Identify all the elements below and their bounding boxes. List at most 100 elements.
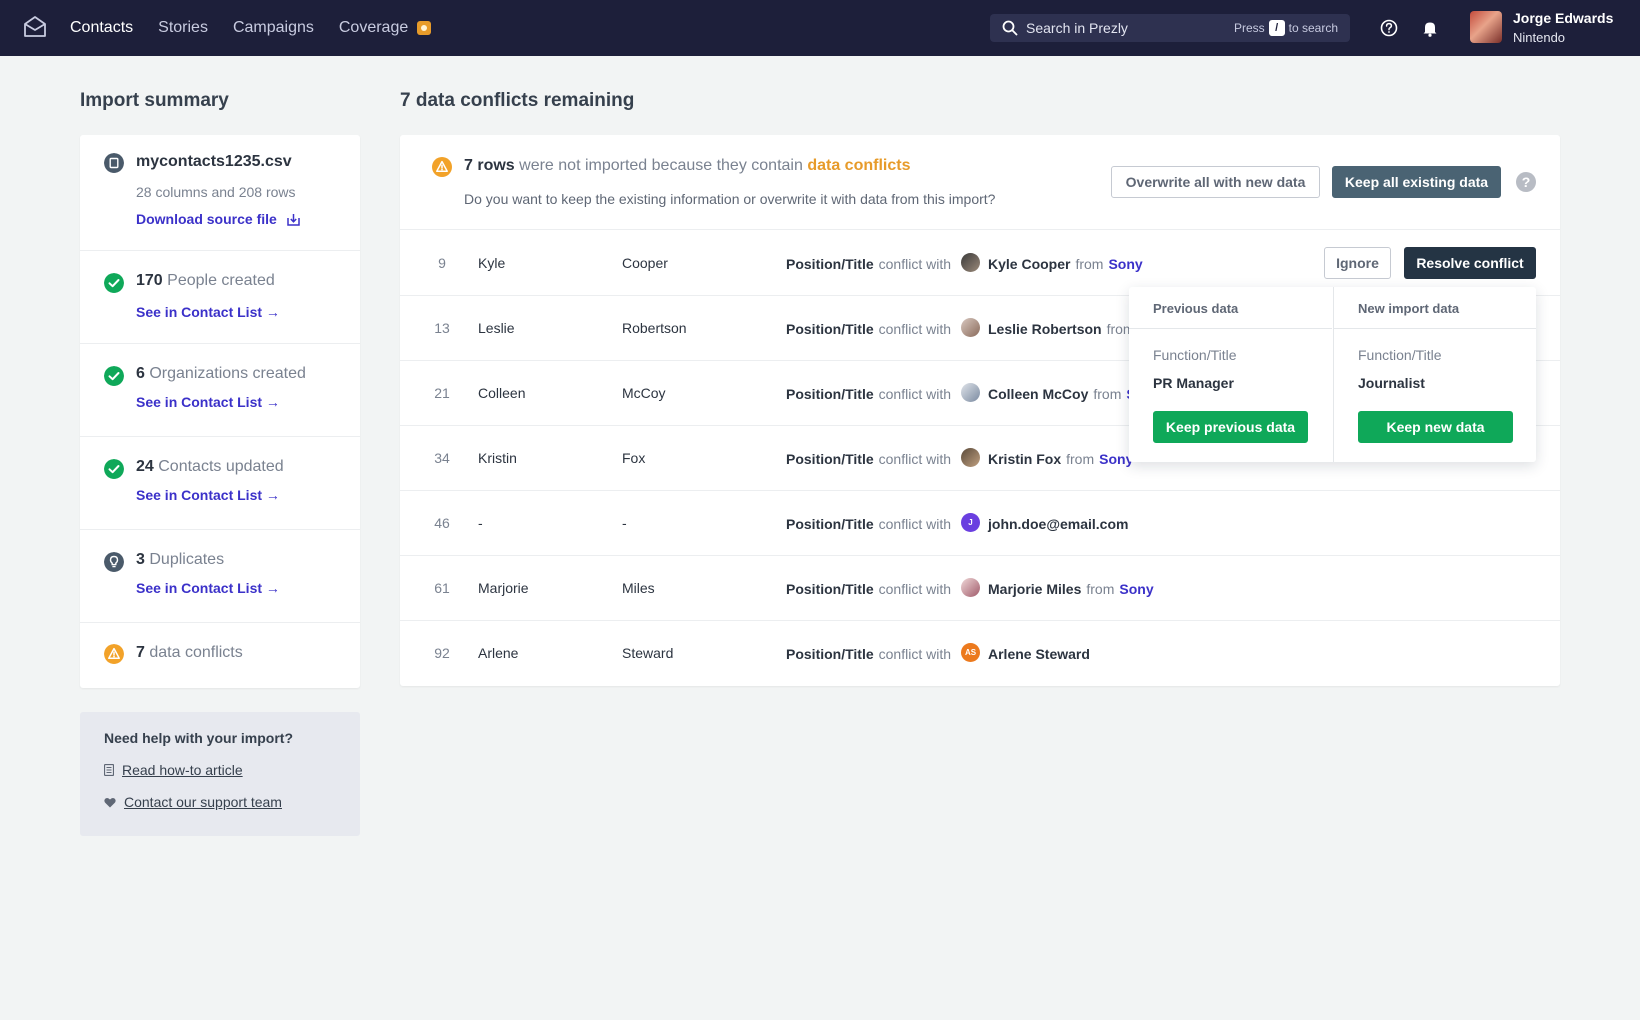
- nav-contacts[interactable]: Contacts: [70, 19, 133, 37]
- download-icon: [287, 213, 300, 226]
- people-contact-list-link[interactable]: See in Contact List →: [136, 304, 280, 320]
- row-last-name: Fox: [622, 450, 646, 466]
- avatar: [961, 318, 980, 337]
- conflicts-help-icon[interactable]: ?: [1516, 172, 1536, 192]
- summary-orgs-text: 6 Organizations created: [136, 365, 306, 383]
- nav-coverage-label: Coverage: [338, 19, 409, 36]
- lightbulb-icon: [104, 552, 124, 572]
- search-icon: [1002, 20, 1018, 36]
- conflict-field: Position/Title: [786, 385, 874, 402]
- updated-contact-list-link[interactable]: See in Contact List →: [136, 487, 280, 503]
- row-conflict-description: Position/Title conflict with Kristin Fox…: [786, 448, 1133, 467]
- previous-data-title: Previous data: [1129, 287, 1332, 329]
- prezly-logo-icon[interactable]: [22, 14, 48, 40]
- conflict-rows-count: 7 rows: [464, 157, 515, 174]
- nav-coverage[interactable]: Coverage: [338, 19, 432, 37]
- conflict-field: Position/Title: [786, 515, 874, 532]
- search-bar[interactable]: Press / to search: [990, 14, 1350, 42]
- summary-people-label: People created: [167, 272, 275, 289]
- conflict-with-text: conflict with: [878, 385, 951, 402]
- row-conflict-description: Position/Title conflict with Leslie Robe…: [786, 318, 1135, 337]
- import-help-card: Need help with your import? Read how-to …: [80, 712, 360, 836]
- row-number: 21: [434, 385, 450, 401]
- help-circle-icon[interactable]: [1379, 18, 1399, 38]
- keep-all-existing-button[interactable]: Keep all existing data: [1332, 166, 1501, 198]
- resolve-conflict-popover: Previous data Function/Title PR Manager …: [1129, 287, 1536, 462]
- user-name[interactable]: Jorge Edwards: [1513, 10, 1613, 26]
- orgs-contact-list-link[interactable]: See in Contact List →: [136, 394, 280, 410]
- row-last-name: Robertson: [622, 320, 687, 336]
- download-source-link[interactable]: Download source file: [136, 211, 301, 227]
- previous-field-value: PR Manager: [1153, 375, 1234, 391]
- row-number: 13: [434, 320, 450, 336]
- search-input[interactable]: [1026, 20, 1226, 36]
- row-conflict-description: Position/Title conflict with Kyle Cooper…: [786, 253, 1143, 272]
- conflict-contact-name[interactable]: Colleen McCoy: [988, 386, 1088, 402]
- row-last-name: Cooper: [622, 255, 668, 271]
- conflict-contact-name[interactable]: john.doe@email.com: [988, 516, 1128, 532]
- conflicts-header: 7 rows were not imported because they co…: [400, 135, 1560, 230]
- new-field-value: Journalist: [1358, 375, 1425, 391]
- new-data-title: New import data: [1334, 287, 1536, 329]
- keep-new-data-button[interactable]: Keep new data: [1358, 411, 1513, 443]
- file-name: mycontacts1235.csv: [136, 153, 292, 170]
- conflict-field: Position/Title: [786, 320, 874, 337]
- conflict-contact-name[interactable]: Leslie Robertson: [988, 321, 1102, 337]
- conflicts-summary-text: 7 rows were not imported because they co…: [464, 157, 910, 175]
- summary-duplicates: 3 Duplicates See in Contact List →: [80, 530, 360, 623]
- warning-icon: [432, 157, 452, 177]
- conflict-with-text: conflict with: [878, 320, 951, 337]
- conflict-company-link[interactable]: Sony: [1108, 256, 1142, 272]
- row-first-name: Arlene: [478, 645, 519, 661]
- search-hint-press: Press: [1233, 21, 1265, 35]
- main-nav: Contacts Stories Campaigns Coverage: [70, 0, 456, 56]
- row-last-name: Miles: [622, 580, 655, 596]
- row-first-name: Kyle: [478, 255, 506, 271]
- ignore-button[interactable]: Ignore: [1324, 247, 1391, 279]
- row-first-name: Colleen: [478, 385, 526, 401]
- summary-people-count: 170: [136, 272, 163, 289]
- conflict-contact-name[interactable]: Arlene Steward: [988, 646, 1090, 662]
- row-number: 34: [434, 450, 450, 466]
- row-number: 9: [438, 255, 446, 271]
- conflict-company-link[interactable]: Sony: [1119, 581, 1153, 597]
- help-title: Need help with your import?: [104, 730, 294, 746]
- summary-updated-count: 24: [136, 458, 154, 475]
- duplicates-contact-list-link[interactable]: See in Contact List →: [136, 580, 280, 596]
- how-to-article-link[interactable]: Read how-to article: [104, 762, 243, 778]
- warning-icon: [104, 644, 124, 664]
- file-meta: 28 columns and 208 rows: [136, 184, 296, 200]
- check-circle-icon: [104, 459, 124, 479]
- summary-conflicts-label: data conflicts: [149, 644, 243, 661]
- summary-people-created: 170 People created See in Contact List →: [80, 251, 360, 344]
- row-conflict-description: Position/Title conflict with Colleen McC…: [786, 383, 1136, 402]
- conflict-contact-name[interactable]: Kristin Fox: [988, 451, 1061, 467]
- summary-updated-text: 24 Contacts updated: [136, 458, 284, 476]
- import-summary-card: mycontacts1235.csv 28 columns and 208 ro…: [80, 135, 360, 688]
- user-avatar[interactable]: [1470, 11, 1502, 43]
- summary-organizations-created: 6 Organizations created See in Contact L…: [80, 344, 360, 437]
- row-first-name: Marjorie: [478, 580, 529, 596]
- contact-support-label: Contact our support team: [124, 794, 282, 810]
- conflicts-title: 7 data conflicts remaining: [400, 90, 635, 111]
- nav-stories[interactable]: Stories: [158, 19, 208, 37]
- bell-icon[interactable]: [1420, 18, 1440, 38]
- overwrite-all-button[interactable]: Overwrite all with new data: [1111, 166, 1320, 198]
- summary-contacts-updated: 24 Contacts updated See in Contact List …: [80, 437, 360, 530]
- book-icon: [104, 764, 114, 776]
- row-number: 92: [434, 645, 450, 661]
- contact-support-link[interactable]: Contact our support team: [104, 794, 282, 810]
- row-first-name: Leslie: [478, 320, 515, 336]
- previous-data-column: Previous data Function/Title PR Manager …: [1129, 287, 1332, 462]
- coverage-badge-icon: [417, 21, 432, 35]
- avatar: J: [961, 513, 980, 532]
- user-organization: Nintendo: [1513, 30, 1566, 45]
- conflict-contact-name[interactable]: Kyle Cooper: [988, 256, 1070, 272]
- file-icon: [104, 153, 124, 173]
- conflict-rows-mid: were not imported because they contain: [519, 157, 803, 174]
- nav-campaigns[interactable]: Campaigns: [233, 19, 314, 37]
- keep-previous-data-button[interactable]: Keep previous data: [1153, 411, 1308, 443]
- resolve-conflict-button[interactable]: Resolve conflict: [1404, 247, 1536, 279]
- avatar: [961, 383, 980, 402]
- conflict-contact-name[interactable]: Marjorie Miles: [988, 581, 1081, 597]
